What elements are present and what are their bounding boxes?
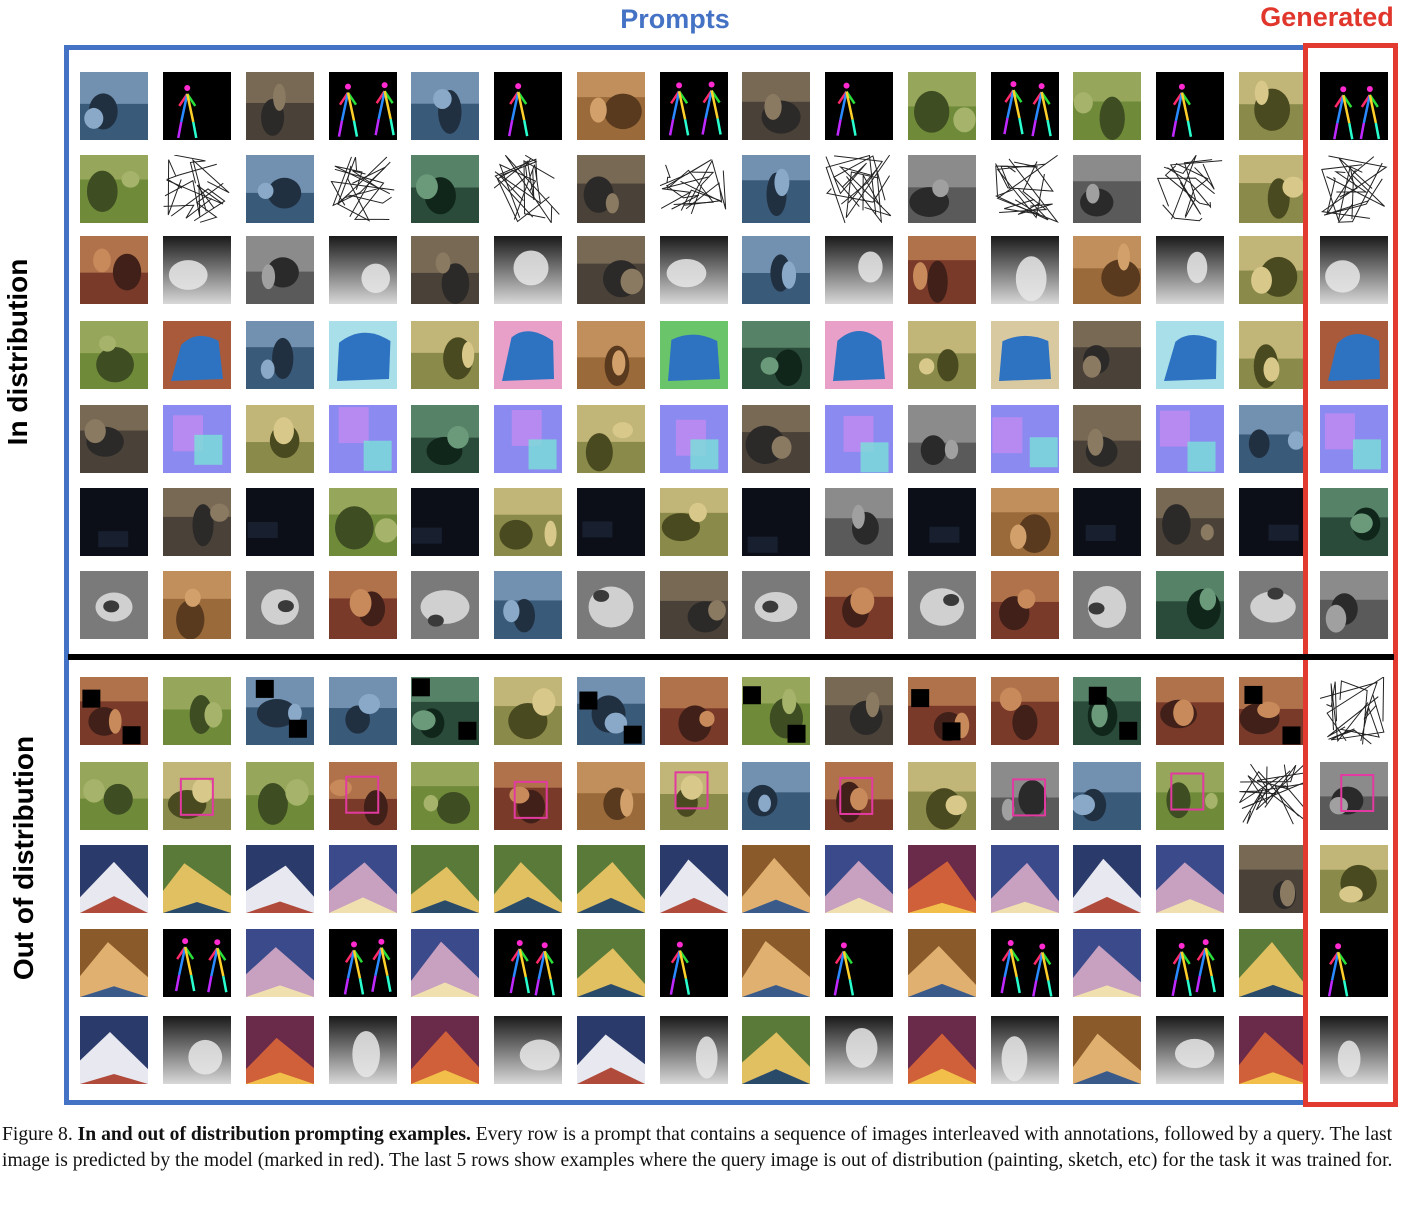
figure-caption: Figure 8. In and out of distribution pro… bbox=[2, 1122, 1414, 1174]
prompts-frame bbox=[64, 45, 1308, 1105]
distribution-divider bbox=[68, 654, 1394, 660]
caption-label: Figure 8. bbox=[2, 1124, 73, 1145]
caption-title: In and out of distribution prompting exa… bbox=[77, 1124, 471, 1145]
generated-frame bbox=[1303, 43, 1398, 1107]
